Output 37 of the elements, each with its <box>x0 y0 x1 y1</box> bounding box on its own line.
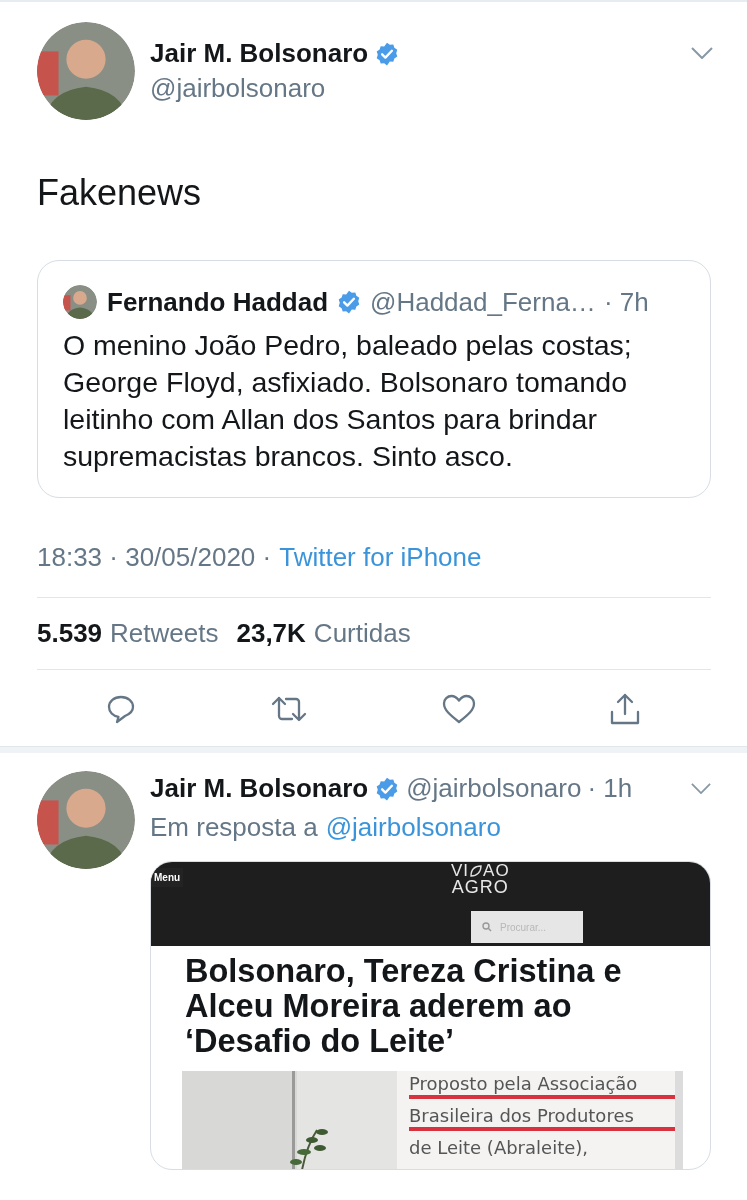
share-icon[interactable] <box>609 692 641 726</box>
search-icon <box>482 922 492 932</box>
quoted-author-handle: @Haddad_Ferna… <box>370 286 596 318</box>
article-text: Brasileira dos Produtores <box>409 1105 675 1131</box>
quoted-tweet-text: O menino João Pedro, baleado pelas costas; George Floyd, asfixiado. Bolsonaro tomando leitinho com Allan dos Santos para brindar supremacistas brancos. Sinto asco. <box>63 328 633 474</box>
reply-label: Em resposta a <box>150 812 318 843</box>
author-name[interactable]: Jair M. Bolsonaro <box>150 38 369 69</box>
chevron-down-icon[interactable] <box>691 783 711 794</box>
mention-link[interactable]: @jairbolsonaro <box>325 812 501 843</box>
stat-count: 5.539 <box>37 618 103 649</box>
avatar[interactable] <box>63 285 97 319</box>
stat-label[interactable]: Curtidas <box>313 618 411 649</box>
stat-label[interactable]: Retweets <box>110 618 219 649</box>
article-text: Proposto pela Associação <box>409 1073 675 1099</box>
article-headline: Alceu Moreira aderem ao <box>185 989 573 1024</box>
article-headline: ‘Desafio do Leite’ <box>185 1024 456 1059</box>
logo-text: AGRO <box>451 879 509 896</box>
tweet-time: · 1h <box>587 773 633 804</box>
reply-icon[interactable] <box>105 693 137 725</box>
author-handle[interactable]: @jairbolsonaro <box>150 73 676 104</box>
timestamp: 18:33 · 30/05/2020 · <box>37 542 272 573</box>
leaf-icon <box>469 863 484 878</box>
source-link[interactable]: Twitter for iPhone <box>279 542 482 573</box>
quoted-author-name: Fernando Haddad <box>107 286 328 318</box>
tweet-text: Fakenews <box>37 172 203 214</box>
quoted-tweet-card[interactable]: Fernando Haddad @Haddad_Ferna… · 7h O menino João Pedro, baleado pelas costas; George Floyd, asfixiado. Bolsonaro tomando leitinho com Allan dos Santos para brindar supremacistas brancos. Sinto asco. <box>37 260 711 498</box>
menu-button[interactable]: Menu <box>151 868 184 887</box>
like-heart-icon[interactable] <box>441 693 476 725</box>
quoted-time: · 7h <box>603 286 649 318</box>
stat-count: 23,7K <box>236 618 306 649</box>
article-headline: Bolsonaro, Tereza Cristina e <box>185 954 623 989</box>
logo-text: AO <box>483 862 510 879</box>
author-name[interactable]: Jair M. Bolsonaro <box>150 773 369 804</box>
article-text: de Leite (Abraleite), <box>409 1137 589 1159</box>
chevron-down-icon[interactable] <box>691 47 713 59</box>
logo-text: VI <box>451 862 470 879</box>
author-handle[interactable]: @jairbolsonaro <box>406 773 582 804</box>
